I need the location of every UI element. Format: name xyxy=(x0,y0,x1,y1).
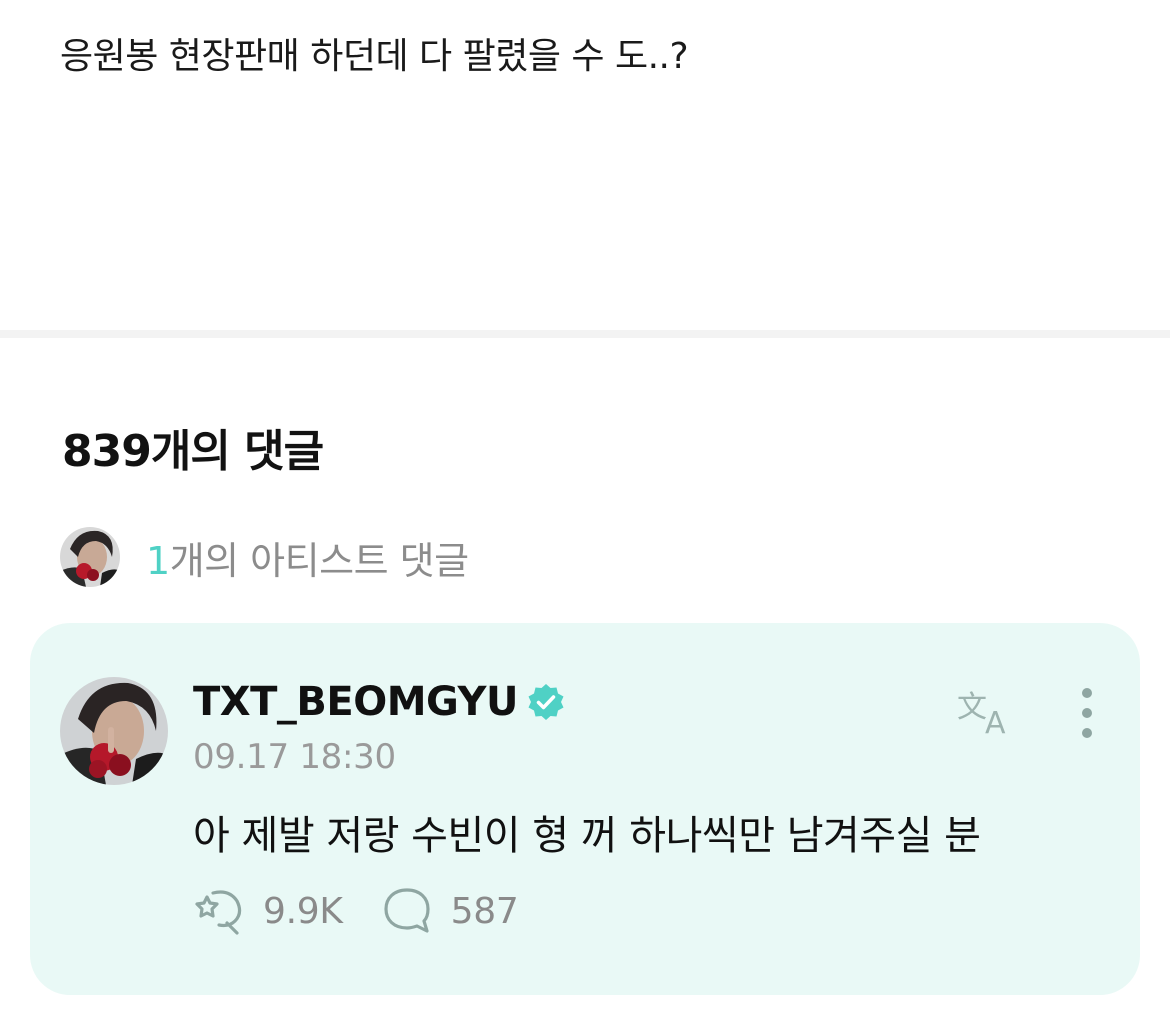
translate-icon[interactable]: 文 A xyxy=(955,685,1017,737)
artist-comment-card: TXT_BEOMGYU 09.17 18:30 文 A 아 제발 저랑 수빈이 … xyxy=(30,623,1140,995)
verified-badge-icon xyxy=(528,684,564,720)
artist-comments-filter[interactable]: 1개의 아티스트 댓글 xyxy=(60,526,469,588)
artist-comments-text: 개의 아티스트 댓글 xyxy=(169,538,469,583)
comment-body: 아 제발 저랑 수빈이 형 꺼 하나씩만 남겨주실 분 xyxy=(193,813,981,859)
comment-stats-row: 9.9K 587 xyxy=(193,885,519,937)
artist-avatar xyxy=(60,527,120,587)
post-detail-page: 응원봉 현장판매 하던데 다 팔렸을 수 도..? 839개의 댓글 1개의 아… xyxy=(0,0,1170,1016)
reply-count: 587 xyxy=(450,890,519,932)
like-count: 9.9K xyxy=(263,890,343,932)
comment-author-row: TXT_BEOMGYU xyxy=(193,679,566,725)
comment-timestamp: 09.17 18:30 xyxy=(193,737,396,777)
comment-author-avatar[interactable] xyxy=(60,677,168,785)
artist-comments-label: 1개의 아티스트 댓글 xyxy=(146,530,469,585)
reply-bubble-icon xyxy=(384,888,430,933)
comments-count-heading: 839개의 댓글 xyxy=(62,426,324,477)
more-vertical-icon[interactable] xyxy=(1070,687,1104,739)
svg-text:A: A xyxy=(985,706,1006,737)
artist-comments-count: 1 xyxy=(146,538,170,583)
svg-text:文: 文 xyxy=(957,690,987,725)
cheer-like-icon xyxy=(195,890,242,936)
section-divider xyxy=(0,330,1170,338)
like-button[interactable]: 9.9K xyxy=(193,885,343,937)
reply-button[interactable]: 587 xyxy=(381,885,519,937)
comment-author-name[interactable]: TXT_BEOMGYU xyxy=(193,679,518,725)
post-text: 응원봉 현장판매 하던데 다 팔렸을 수 도..? xyxy=(60,36,689,77)
